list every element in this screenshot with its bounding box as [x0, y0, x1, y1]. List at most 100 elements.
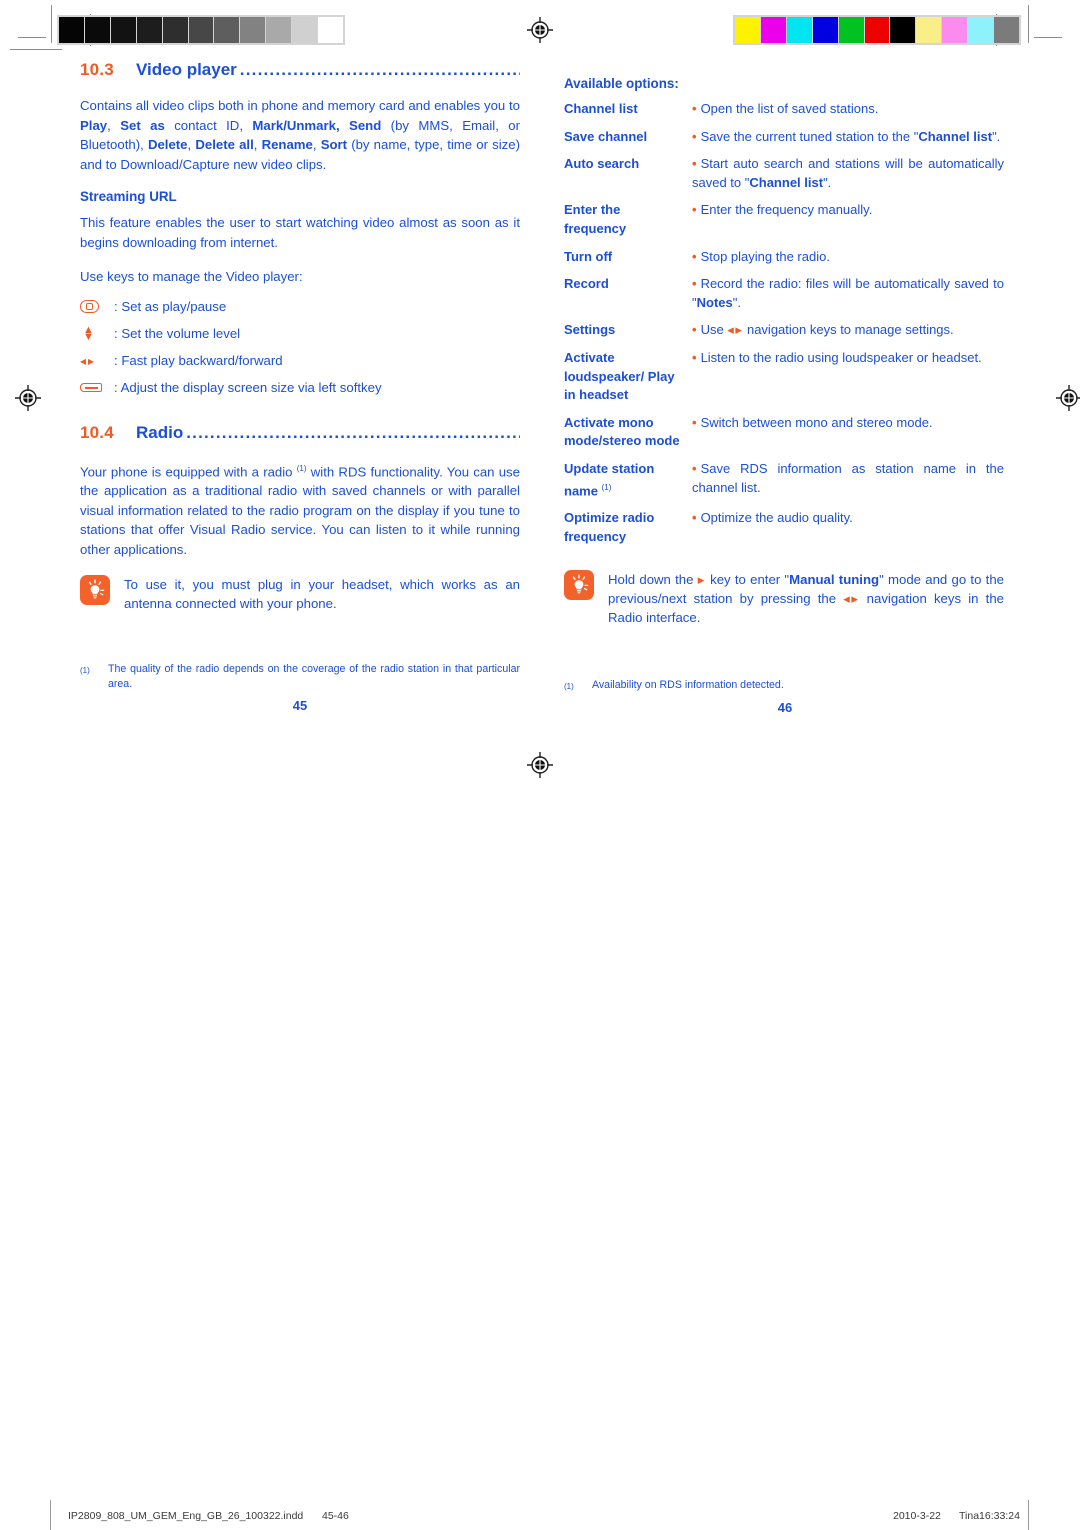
color-patch-9: [292, 17, 318, 43]
section-title: Radio: [136, 422, 184, 442]
crop-mark-right-top-h: [1034, 37, 1062, 38]
color-patch-7: [916, 17, 942, 43]
table-row: Activate loudspeaker/ Play in headset • L…: [564, 349, 1004, 414]
table-row: Record • Record the radio: files will be …: [564, 275, 1004, 321]
option-desc-text: Optimize the audio quality.: [700, 510, 853, 526]
option-term: Activate loudspeaker/ Play in headset: [564, 349, 675, 403]
crop-mark-left-top-h2: [10, 49, 62, 50]
table-row: Update station name (1) • Save RDS inform…: [564, 460, 1004, 510]
table-row: Auto search • Start auto search and stati…: [564, 155, 1004, 201]
available-options-heading: Available options:: [564, 76, 679, 91]
key-row-label: : Set the volume level: [114, 325, 241, 341]
table-row: Enter the frequency • Enter the frequency…: [564, 201, 1004, 247]
key-row-volume: ▲ ▼ : Set the volume level: [80, 324, 520, 343]
option-term: Settings: [564, 322, 616, 338]
right-page-column: Available options: Channel list • Open th…: [564, 76, 1004, 627]
left-right-key-icon: ◂▸: [80, 353, 97, 368]
bullet-marker: •: [692, 510, 697, 526]
option-desc: • Use ◂▸ navigation keys to manage settin…: [692, 321, 1004, 349]
option-desc: • Save RDS information as station name in…: [692, 460, 1004, 510]
footnote-marker: (1): [564, 682, 574, 691]
table-row: Activate mono mode/stereo mode • Switch b…: [564, 414, 1004, 460]
bullet-marker: •: [692, 414, 697, 430]
color-patch-4: [838, 17, 864, 43]
color-patch-9: [968, 17, 994, 43]
lightbulb-tip-icon: [564, 569, 594, 600]
radio-options-table: Channel list • Open the list of saved sta…: [564, 100, 1004, 556]
option-desc-text: Start auto search and stations will be a…: [692, 156, 1004, 190]
table-row: Channel list • Open the list of saved sta…: [564, 100, 1004, 128]
option-term: Activate mono mode/stereo mode: [564, 414, 680, 449]
color-patch-10: [994, 17, 1019, 43]
option-desc-text: Enter the frequency manually.: [700, 202, 873, 218]
option-term: Record: [564, 276, 609, 292]
footnote-left: (1) The quality of the radio depends on …: [80, 662, 520, 692]
section-number: 10.3: [80, 60, 114, 79]
color-patch-4: [162, 17, 188, 43]
process-color-control-bar: [733, 15, 1021, 45]
option-desc: • Open the list of saved stations.: [692, 100, 1004, 128]
footnote-marker: (1): [80, 666, 90, 675]
option-desc-text: Open the list of saved stations.: [700, 101, 879, 116]
color-patch-3: [812, 17, 838, 43]
option-desc: • Stop playing the radio.: [692, 248, 1004, 276]
option-desc: • Switch between mono and stereo mode.: [692, 414, 1004, 460]
bullet-marker: •: [692, 101, 697, 116]
option-desc: • Save the current tuned station to the "…: [692, 128, 1004, 156]
color-patch-8: [942, 17, 968, 43]
color-patch-8: [266, 17, 292, 43]
option-desc-text: Stop playing the radio.: [700, 248, 830, 264]
slug-divider-right: [1028, 1500, 1029, 1530]
bullet-marker: •: [692, 276, 697, 292]
color-patch-10: [318, 17, 343, 43]
color-patch-3: [136, 17, 162, 43]
slug-page-range: 45-46: [322, 1510, 349, 1522]
color-patch-2: [786, 17, 812, 43]
tip-text: To use it, you must plug in your headset…: [124, 577, 520, 612]
crop-mark-left-top-h: [18, 37, 46, 38]
page-number-right: 46: [777, 700, 793, 715]
option-desc: • Record the radio: files will be automat…: [692, 275, 1004, 321]
registration-target-left-middle: [15, 385, 41, 411]
bullet-marker: •: [692, 349, 697, 365]
registration-target-right-middle: [1056, 385, 1080, 411]
option-term: Auto search: [564, 156, 640, 172]
streaming-url-body: This feature enables the user to start w…: [80, 215, 520, 250]
color-patch-1: [84, 17, 110, 43]
color-patch-5: [188, 17, 214, 43]
option-desc-text: Record the radio: files will be automati…: [692, 276, 1004, 310]
color-patch-1: [760, 17, 786, 43]
key-row-label: : Set as play/pause: [114, 298, 227, 314]
crop-mark-left-top: [51, 5, 52, 43]
option-desc-text: Use ◂▸ navigation keys to manage setting…: [700, 322, 954, 338]
crop-mark-right-top: [1028, 5, 1029, 43]
table-row: Optimize radio frequency • Optimize the a…: [564, 509, 1004, 555]
left-page-column: 10.3 Video player ......................…: [80, 60, 520, 613]
key-row-fast-play: ◂▸ : Fast play backward/forward: [80, 352, 520, 370]
option-desc: • Listen to the radio using loudspeaker o…: [692, 349, 1004, 414]
option-desc-text: Save RDS information as station name in …: [692, 460, 1004, 495]
left-softkey-icon: [80, 383, 114, 392]
section-heading-video-player: 10.3 Video player ......................…: [80, 60, 520, 80]
color-patch-7: [240, 17, 266, 43]
bullet-marker: •: [692, 156, 697, 172]
radio-options-rows: Channel list • Open the list of saved sta…: [564, 100, 1004, 556]
bullet-marker: •: [692, 460, 697, 476]
color-patch-0: [59, 17, 84, 43]
option-term: Channel list: [564, 101, 638, 116]
slug-divider-left: [50, 1500, 51, 1530]
section-leader-dots: ........................................…: [239, 60, 520, 79]
print-proof-page: 10.3 Video player ......................…: [0, 0, 1080, 1530]
color-patch-6: [890, 17, 916, 43]
tip-callout-headset: To use it, you must plug in your headset…: [80, 575, 520, 613]
option-desc-text: Listen to the radio using loudspeaker or…: [700, 349, 982, 365]
bullet-marker: •: [692, 202, 697, 218]
press-slug-bar: IP2809_808_UM_GEM_Eng_GB_26_100322.indd …: [0, 748, 1080, 1530]
option-desc-text: Save the current tuned station to the "C…: [700, 128, 1001, 144]
color-patch-2: [110, 17, 136, 43]
option-term: Enter the frequency: [564, 202, 627, 236]
bullet-marker: •: [692, 128, 697, 144]
section-number: 10.4: [80, 422, 114, 442]
slug-date: 2010-3-22: [893, 1510, 941, 1522]
lightbulb-tip-icon: [80, 575, 110, 606]
